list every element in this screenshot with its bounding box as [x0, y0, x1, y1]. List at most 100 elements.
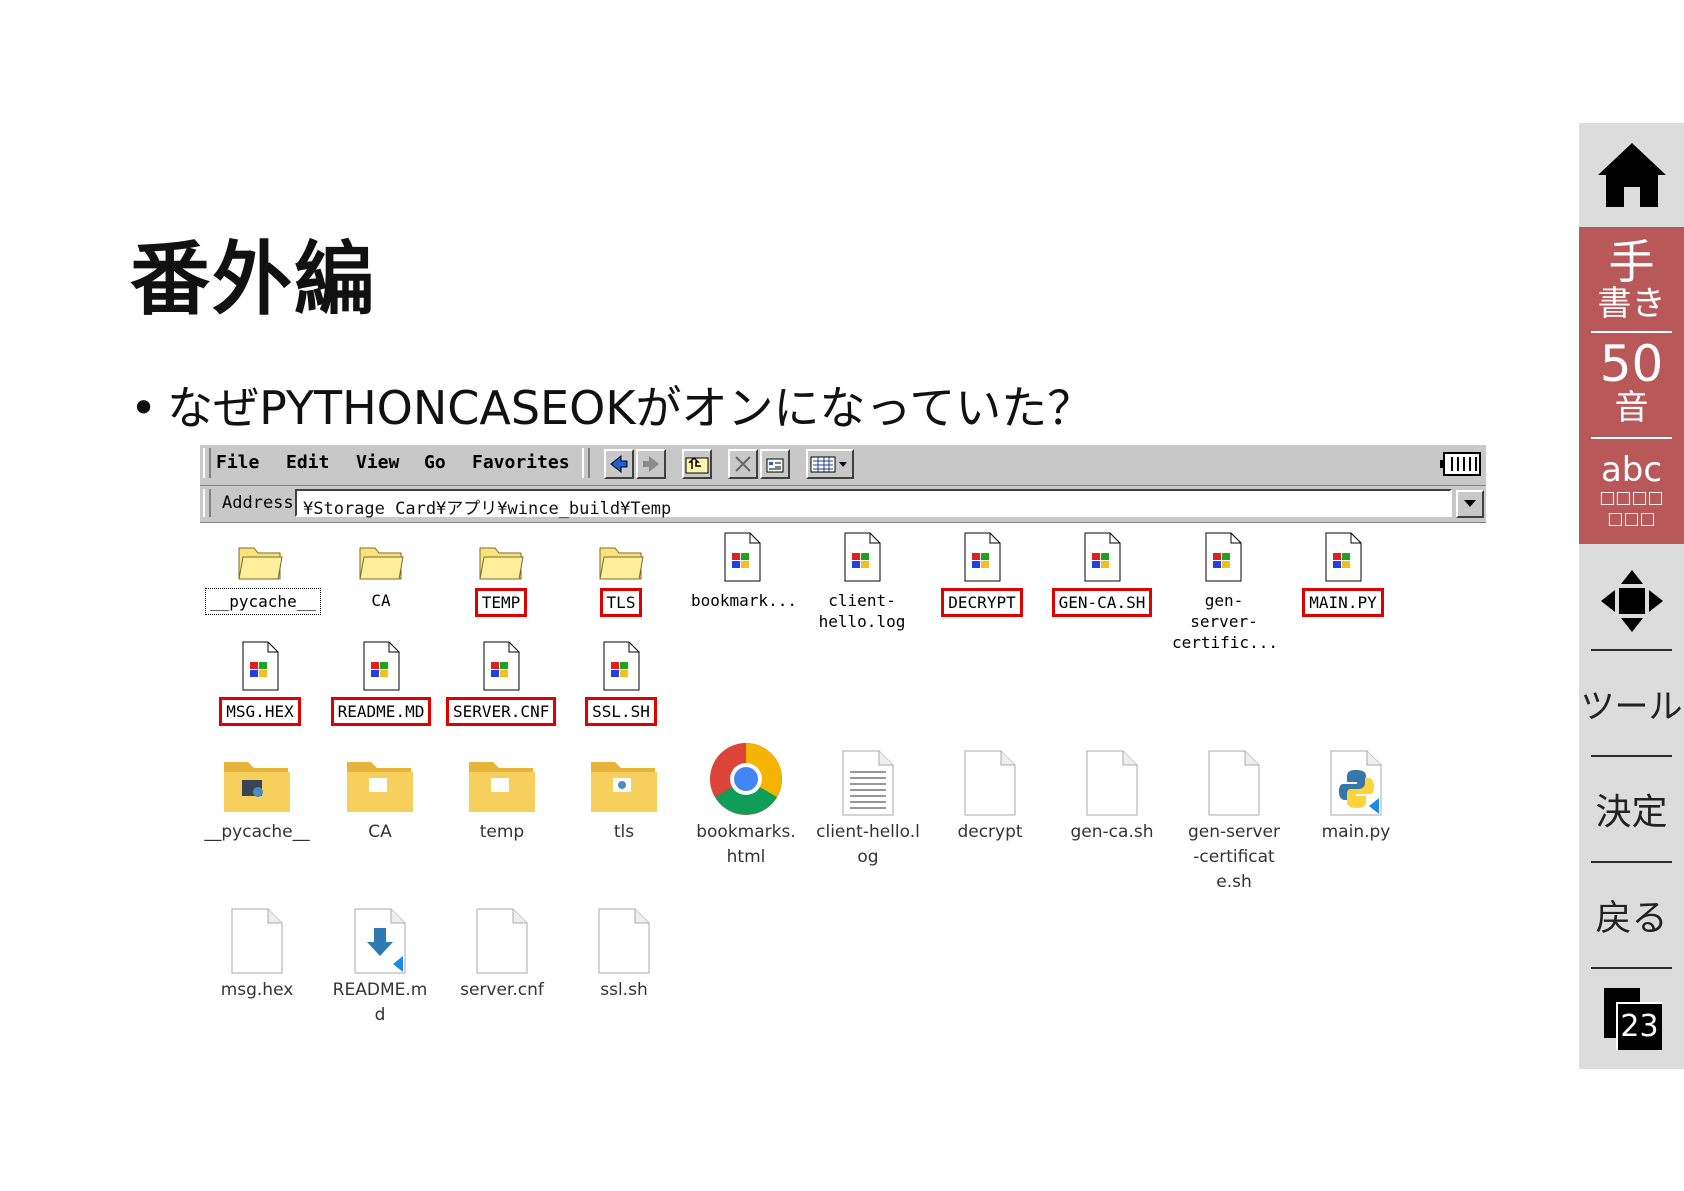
home-icon [1597, 143, 1666, 207]
windows-file-icon [242, 641, 279, 691]
decide-button[interactable]: 決定 [1579, 757, 1684, 861]
address-grip[interactable] [203, 489, 211, 517]
win10-item-gen-ca[interactable]: gen-ca.sh [1052, 746, 1172, 845]
wince-item-label: DECRYPT [941, 588, 1023, 617]
menu-view[interactable]: View [356, 452, 399, 473]
forward-arrow-icon [643, 456, 659, 472]
wince-item-ssl-sh[interactable]: SSL.SH [566, 637, 676, 726]
windows-file-icon [483, 641, 520, 691]
win10-item-label: main.py [1321, 822, 1391, 842]
win10-item-tls[interactable]: tls [564, 746, 684, 845]
win10-item-ssl-sh[interactable]: ssl.sh [564, 904, 684, 1003]
menubar-grip[interactable] [203, 448, 211, 478]
address-input[interactable]: ¥Storage Card¥アプリ¥wince_build¥Temp [295, 489, 1452, 519]
wince-item-readme[interactable]: README.MD [326, 637, 436, 726]
view-mode-button[interactable] [806, 449, 854, 479]
input-mode-panel: 手 書き 50 音 abc □□□□ □□□ [1579, 227, 1684, 544]
python-file-icon [1330, 750, 1382, 816]
right-toolbar: 手 書き 50 音 abc □□□□ □□□ ツール 決定 戻る 23 [1579, 123, 1684, 1069]
windows-file-icon [1084, 532, 1121, 582]
wince-item-label: client-hello.log [818, 591, 906, 631]
wince-item-label: bookmark... [691, 591, 797, 610]
bullet-text: なぜPYTHONCASEOKがオンになっていた？ [167, 381, 1094, 435]
menu-file[interactable]: File [216, 452, 259, 473]
win10-item-client-hello[interactable]: client-hello.log [808, 746, 928, 870]
separator [1591, 437, 1672, 439]
blank-file-icon [231, 908, 283, 974]
windows-file-icon [964, 532, 1001, 582]
blank-file-icon [1086, 750, 1138, 816]
menu-go[interactable]: Go [424, 452, 446, 473]
back-arrow-icon [610, 455, 628, 473]
win10-item-label: __pycache__ [204, 822, 310, 842]
wince-item-bookmark[interactable]: bookmark... [687, 528, 797, 613]
win10-item-temp[interactable]: temp [442, 746, 562, 845]
folder-icon [479, 547, 524, 580]
windows-file-icon [724, 532, 761, 582]
slide-title: 番外編 [130, 233, 376, 326]
wince-item-client-hello[interactable]: client-hello.log [807, 528, 917, 634]
bullet-point: • なぜPYTHONCASEOKがオンになっていた？ [130, 372, 1093, 438]
win10-item-pycache[interactable]: __pycache__ [197, 746, 317, 845]
win10-item-readme[interactable]: README.md [320, 904, 440, 1028]
kana50-button[interactable]: 50 音 [1579, 335, 1684, 431]
wince-item-ca[interactable]: CA [326, 528, 436, 613]
back-nav-button[interactable]: 戻る [1579, 863, 1684, 967]
toolbar-grip[interactable] [582, 448, 590, 478]
handwriting-label-top: 手 [1608, 235, 1655, 289]
up-folder-button[interactable] [682, 449, 712, 479]
wince-item-label: MAIN.PY [1302, 588, 1384, 617]
wince-item-gen-ca[interactable]: GEN-CA.SH [1047, 528, 1157, 617]
wince-item-msg-hex[interactable]: MSG.HEX [205, 637, 315, 726]
win10-item-decrypt[interactable]: decrypt [930, 746, 1050, 845]
wince-item-temp[interactable]: TEMP [446, 528, 556, 617]
list-view-icon [810, 456, 847, 473]
back-label: 戻る [1595, 898, 1668, 939]
up-folder-icon [685, 456, 709, 474]
win10-item-server-cnf[interactable]: server.cnf [442, 904, 562, 1003]
kana50-label-top: 50 [1599, 335, 1664, 393]
tools-button[interactable]: ツール [1579, 651, 1684, 755]
menu-edit[interactable]: Edit [286, 452, 329, 473]
win10-item-label: ssl.sh [600, 980, 648, 1000]
handwriting-label-bottom: 書き [1597, 284, 1666, 324]
page-number-button[interactable]: 23 [1579, 969, 1684, 1069]
handwriting-button[interactable]: 手 書き [1579, 231, 1684, 329]
forward-button[interactable] [636, 449, 666, 479]
chevron-down-icon [1464, 500, 1476, 507]
menu-favorites[interactable]: Favorites [472, 452, 570, 473]
wince-item-label: SSL.SH [585, 697, 657, 726]
delete-button[interactable] [728, 449, 758, 479]
win10-item-msg-hex[interactable]: msg.hex [197, 904, 317, 1003]
win10-item-main-py[interactable]: main.py [1296, 746, 1416, 845]
address-dropdown-button[interactable] [1456, 490, 1484, 518]
abc-button[interactable]: abc □□□□ □□□ [1579, 441, 1684, 541]
properties-button[interactable] [760, 449, 790, 479]
wince-item-pycache[interactable]: __pycache__ [205, 528, 321, 615]
back-button[interactable] [604, 449, 634, 479]
windows-file-icon [603, 641, 640, 691]
wince-item-label: SERVER.CNF [446, 697, 557, 726]
wince-item-tls[interactable]: TLS [566, 528, 676, 617]
win10-item-gen-server[interactable]: gen-server-certificate.sh [1174, 746, 1294, 895]
wince-item-main-py[interactable]: MAIN.PY [1288, 528, 1398, 617]
text-file-icon [842, 750, 894, 816]
folder-icon [359, 547, 404, 580]
folder-pycache-icon [224, 762, 290, 812]
wince-item-label: GEN-CA.SH [1051, 588, 1153, 617]
abc-label: abc [1600, 450, 1663, 490]
decide-label: 決定 [1595, 792, 1668, 833]
folder-icon [469, 762, 535, 812]
address-label: Address [222, 493, 294, 513]
home-button[interactable] [1579, 123, 1684, 227]
wince-item-gen-server[interactable]: gen-server-certific... [1168, 528, 1278, 655]
page-icon: 23 [1603, 988, 1662, 1050]
dpad-button[interactable] [1579, 551, 1684, 651]
wince-item-decrypt[interactable]: DECRYPT [927, 528, 1037, 617]
blank-file-icon [476, 908, 528, 974]
win10-item-ca[interactable]: CA [320, 746, 440, 845]
win10-item-bookmarks[interactable]: bookmarks.html [686, 743, 806, 870]
win10-item-label: gen-ca.sh [1070, 822, 1154, 842]
wince-item-server-cnf[interactable]: SERVER.CNF [446, 637, 557, 726]
chrome-icon [710, 743, 782, 815]
